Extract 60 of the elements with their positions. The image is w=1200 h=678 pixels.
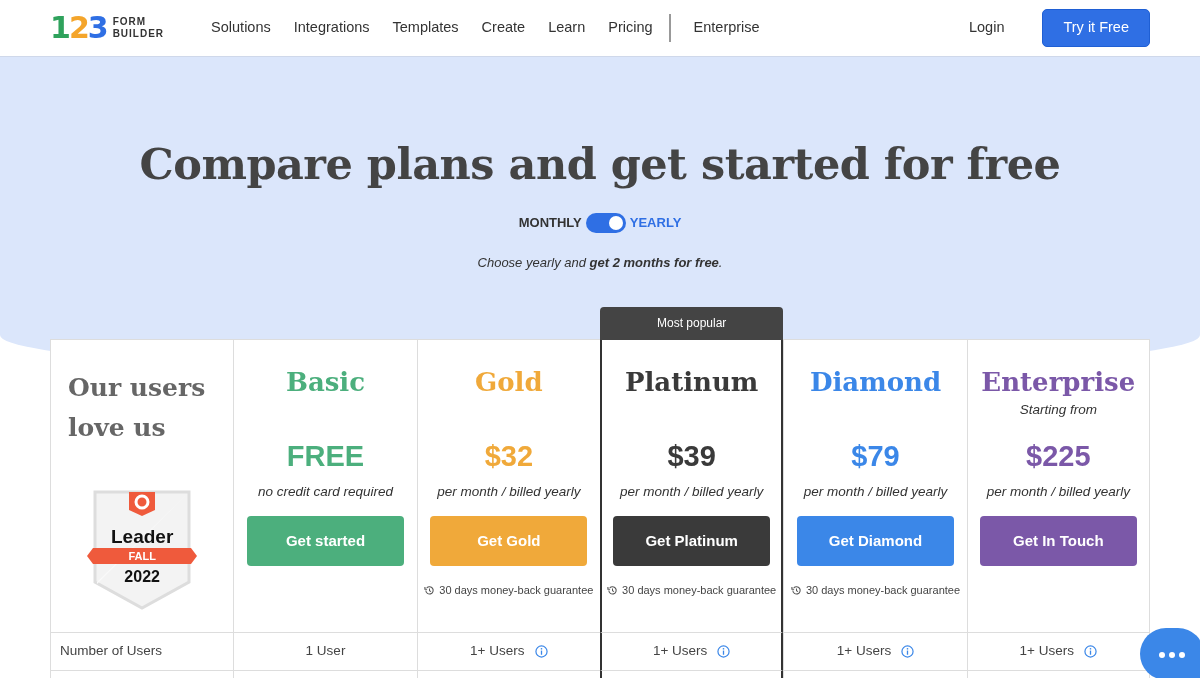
plan-button[interactable]: Get In Touch (979, 516, 1137, 567)
plan-price: $39 (666, 439, 717, 474)
logo-word: BUILDER (112, 28, 165, 40)
price-note: per month / billed yearly (986, 484, 1130, 499)
plan-price: $79 (850, 439, 901, 474)
nav-link[interactable]: Integrations (293, 17, 370, 39)
plan-button[interactable]: Get Platinum (613, 516, 771, 567)
page-title: Compare plans and get started for free (138, 139, 1062, 189)
nav-link[interactable]: Learn (548, 17, 586, 39)
info-icon[interactable] (717, 645, 731, 658)
feature-label: Number of Users (60, 642, 163, 661)
plan-price: $32 (483, 439, 534, 474)
plan-name: Basic (284, 366, 367, 398)
nav-link[interactable]: Enterprise (693, 17, 760, 39)
more-dots-icon (1158, 650, 1186, 659)
logo-digit: 2 (68, 10, 88, 45)
price-note: no credit card required (257, 484, 394, 499)
badge-season: FALL (127, 549, 157, 564)
logo-digit: 1 (50, 10, 69, 45)
plan-button[interactable]: Get Diamond (797, 516, 954, 567)
info-icon[interactable] (534, 645, 548, 658)
nav-link[interactable]: Solutions (211, 17, 271, 39)
billing-promo-text: Choose yearly and get 2 months for free. (476, 254, 724, 272)
history-icon (790, 585, 802, 596)
badge-year: 2022 (123, 567, 161, 587)
price-note: per month / billed yearly (803, 484, 948, 499)
guarantee-text: 30 days money-back guarantee (439, 583, 594, 599)
price-note: per month / billed yearly (437, 484, 581, 499)
nav-link[interactable]: Templates (392, 17, 459, 39)
billing-option-label[interactable]: YEARLY (629, 213, 682, 233)
price-prefix: Starting from (1019, 402, 1097, 417)
info-icon[interactable] (901, 645, 915, 658)
plan-name: Enterprise (980, 366, 1137, 398)
plan-name: Gold (474, 366, 544, 398)
try-free-button[interactable]: Try it Free (1042, 9, 1150, 47)
plan-name: Diamond (808, 366, 943, 398)
badge-title: Leader (110, 526, 175, 548)
login-link[interactable]: Login (969, 17, 1005, 39)
billing-option-label[interactable]: MONTHLY (518, 213, 582, 233)
plan-price: $225 (1025, 439, 1092, 474)
feature-value: 1+ Users (836, 642, 892, 661)
logo-word: FORM (112, 16, 148, 28)
chat-button[interactable] (1140, 628, 1200, 678)
feature-value: 1+ Users (470, 642, 525, 661)
info-icon[interactable] (1084, 645, 1097, 658)
plan-price: FREE (285, 439, 366, 474)
testimonial-heading: Our users love us (67, 372, 207, 444)
plan-name: Platinum (623, 366, 760, 398)
nav-link[interactable]: Pricing (608, 17, 653, 39)
history-icon (424, 585, 436, 596)
feature-value: 1+ Users (1019, 642, 1074, 661)
feature-value: 1+ Users (652, 642, 708, 661)
logo-digit: 3 (87, 10, 107, 45)
guarantee-text: 30 days money-back guarantee (622, 583, 777, 599)
history-icon (607, 585, 619, 596)
price-note: per month / billed yearly (620, 484, 764, 499)
guarantee-text: 30 days money-back guarantee (805, 583, 961, 599)
billing-toggle[interactable] (585, 213, 626, 233)
nav-link[interactable]: Create (481, 17, 526, 39)
feature-value: 1 User (305, 642, 346, 661)
